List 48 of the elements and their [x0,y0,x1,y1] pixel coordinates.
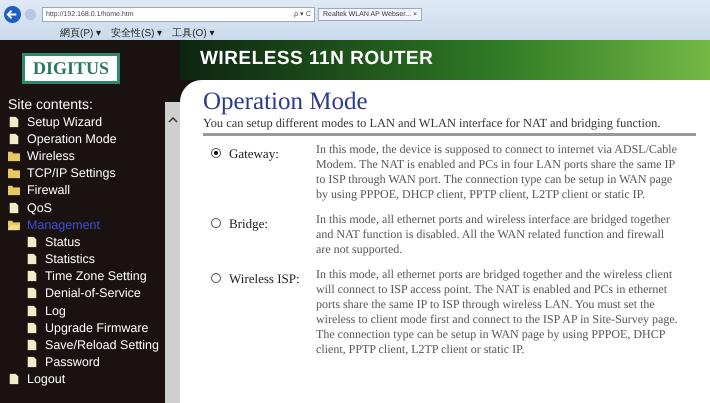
folder-icon [8,184,20,196]
toolbar-menu[interactable]: 工具(O) ▾ [172,26,214,40]
sidebar-item[interactable]: Time Zone Setting [8,268,165,285]
sidebar-item[interactable]: QoS [8,198,165,216]
page-icon [26,287,38,300]
page-icon [26,253,38,266]
scroll-up-icon[interactable] [168,117,178,123]
header-banner: WIRELESS 11N ROUTER [180,40,710,80]
page-icon [8,132,20,145]
page-icon [26,339,38,352]
page-icon [8,202,20,214]
scrollbar[interactable] [165,102,180,403]
page-icon [26,236,38,248]
sidebar-item[interactable]: Upgrade Firmware [8,319,165,336]
mode-description: In this mode, all ethernet ports and wireless interface are bridged together and NAT function is disabled. All the WAN related function and firewall are not supported. [316,212,671,257]
sidebar-item[interactable]: Save/Reload Setting [8,336,165,354]
sidebar-item[interactable]: Log [8,302,165,320]
back-button[interactable] [4,6,21,22]
page-icon [26,270,38,282]
page-description: You can setup different modes to LAN and WLAN interface for NAT and bridging function. [203,116,662,131]
logo: DIGITUS [22,53,120,84]
folder-icon [8,167,20,180]
sidebar-item[interactable]: Firewall [8,182,165,199]
sidebar-item[interactable]: Statistics [8,250,165,268]
folder-icon [8,150,20,162]
page-icon [26,356,38,368]
mode-description: In this mode, all ethernet ports are bridged together and the wireless client will connect to ISP access point. The NAT is enabled and PCs in ethernet ports share the same IP to ISP through wireless LAN. You must set the wireless to client mode first and connect to the ISP AP in Site-Survey page. The connection type can be setup in WAN page by using PPPOE, DHCP client, PPTP client, L2TP client or static IP. [316,267,678,357]
page-icon [26,304,38,317]
page-title: Operation Mode [203,88,369,116]
toolbar-menu[interactable]: 安全性(S) ▾ [111,26,162,40]
sidebar-item[interactable]: Logout [8,370,165,388]
open-folder-icon [8,218,20,231]
page-icon [26,322,38,334]
sidebar-item[interactable]: Operation Mode [8,130,165,148]
sidebar-item[interactable]: Status [8,233,165,250]
page-icon [8,373,20,386]
sidebar-item[interactable]: Wireless [8,147,165,165]
sidebar-item[interactable]: Password [8,354,165,371]
sidebar-item[interactable]: TCP/IP Settings [8,164,165,182]
mode-radio[interactable]: Gateway: [203,142,316,202]
sidebar-item[interactable]: Setup Wizard [8,113,165,130]
page-icon [8,116,20,128]
toolbar-menu[interactable]: 網頁(P) ▾ [60,26,102,40]
sidebar-title: Site contents: [8,96,94,112]
mode-radio[interactable]: Wireless ISP: [203,267,316,357]
mode-radio[interactable]: Bridge: [203,212,316,257]
sidebar-item[interactable]: Denial-of-Service [8,284,165,302]
mode-description: In this mode, the device is supposed to connect to internet via ADSL/Cable Modem. The NAT is enabled and PCs in four LAN ports share the same IP to ISP through WAN port. The connection type can be setup in WAN page by using PPPOE, DHCP client, PPTP client, L2TP client or static IP. [316,142,678,202]
